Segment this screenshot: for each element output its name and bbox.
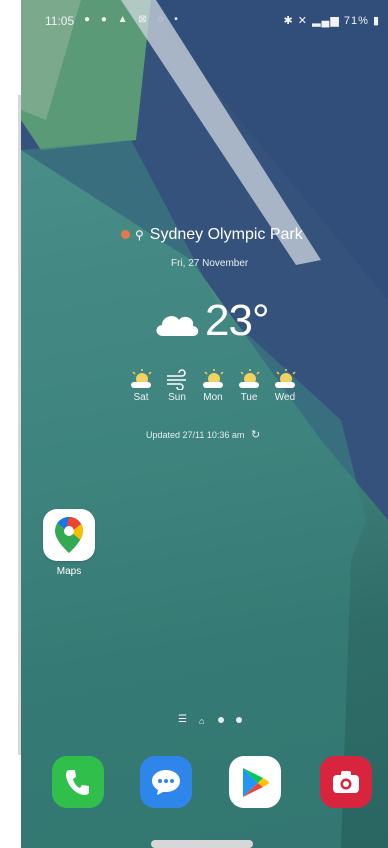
play-store-app[interactable] <box>229 756 281 808</box>
phone-app[interactable] <box>52 756 104 808</box>
messages-app[interactable] <box>140 756 192 808</box>
forecast-day: Sat <box>124 368 158 403</box>
wind-icon <box>167 369 186 390</box>
forecast-day: Tue <box>232 368 266 403</box>
mute-icon: ✕ <box>297 15 308 27</box>
location-dot-icon <box>121 230 130 240</box>
camera-icon <box>333 771 359 793</box>
camera-app[interactable] <box>320 756 372 808</box>
app-maps[interactable]: Maps <box>43 509 95 577</box>
location-name: Sydney Olympic Park <box>149 226 303 243</box>
forecast-day: Wed <box>268 368 302 403</box>
chat-bubble-icon <box>152 770 180 795</box>
home-page-icon: ⌂ <box>199 716 205 726</box>
weather-date: Fri, 27 November <box>171 258 249 269</box>
forecast-day: Sun <box>160 368 194 403</box>
page-dot <box>236 717 242 723</box>
phone-icon <box>66 770 89 795</box>
signal-icon: ▂▄▆ <box>312 15 340 27</box>
home-screen: 11:05 ● ● ▲ ⊠ ◌ • ✱ ✕ ▂▄▆ 71% ▮ ⚲ Sydney … <box>21 0 388 848</box>
bluetooth-icon: ✱ <box>283 15 294 27</box>
page-list-icon: ☰ <box>178 714 187 725</box>
status-time: 11:05 <box>45 14 75 28</box>
app-label: Maps <box>56 566 82 577</box>
sun-cloud-icon <box>275 369 296 388</box>
page-dot <box>218 717 224 723</box>
forecast-day-label: Sat <box>133 392 149 403</box>
battery-percent: 71% <box>343 15 369 27</box>
play-store-icon <box>243 768 269 797</box>
dock <box>21 756 388 814</box>
maps-tile[interactable] <box>43 509 95 561</box>
sun-cloud-icon <box>131 369 152 388</box>
location: ⚲ Sydney Olympic Park <box>121 226 303 244</box>
battery-icon: ▮ <box>372 15 380 27</box>
sun-cloud-icon <box>239 369 260 388</box>
forecast-day: Mon <box>196 368 230 403</box>
status-bar: 11:05 ● ● ▲ ⊠ ◌ • ✱ ✕ ▂▄▆ 71% ▮ <box>21 10 388 32</box>
updated-text: Updated 27/11 10:36 am <box>146 430 245 440</box>
sun-cloud-icon <box>203 369 224 388</box>
forecast-day-label: Mon <box>203 392 223 403</box>
refresh-icon[interactable]: ↻ <box>251 429 260 441</box>
notification-icons: ● ● ▲ ⊠ ◌ • <box>84 14 182 25</box>
cloud-icon <box>156 316 199 336</box>
navigation-bar[interactable] <box>151 840 253 848</box>
system-icons: ✱ ✕ ▂▄▆ 71% ▮ <box>284 14 381 27</box>
weather-updated: Updated 27/11 10:36 am ↻ <box>146 428 260 441</box>
forecast-day-label: Wed <box>274 392 296 403</box>
temperature: 23° <box>205 296 270 345</box>
google-maps-icon <box>55 517 83 553</box>
location-pin-icon: ⚲ <box>135 227 144 242</box>
forecast-day-label: Tue <box>240 392 258 403</box>
wallpaper <box>21 0 388 848</box>
forecast-day-label: Sun <box>168 392 186 403</box>
